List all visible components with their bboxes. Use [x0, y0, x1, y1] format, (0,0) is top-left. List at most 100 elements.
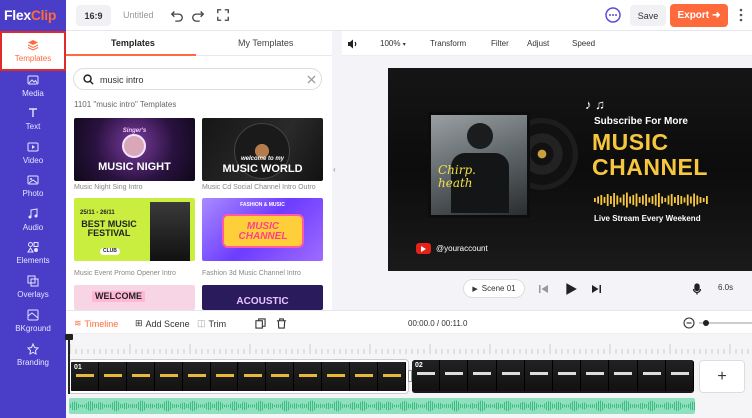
waveform-bar — [660, 404, 661, 408]
fullscreen-icon[interactable] — [216, 8, 230, 22]
timeline-zoom-slider[interactable] — [683, 317, 752, 329]
sidebar-item-video[interactable]: Video — [0, 136, 66, 169]
live-stream-text[interactable]: Live Stream Every Weekend — [594, 214, 701, 223]
skip-back-icon[interactable] — [538, 283, 550, 295]
zoom-out-icon[interactable] — [683, 317, 695, 329]
sidebar-item-text[interactable]: Text — [0, 102, 66, 135]
equalizer-bar — [603, 197, 606, 203]
waveform-bar — [420, 404, 421, 408]
waveform-bar — [402, 401, 403, 411]
sidebar-item-media[interactable]: Media — [0, 69, 66, 102]
template-thumbnail[interactable]: ACOUSTIC — [202, 285, 323, 310]
waveform-bar — [680, 402, 681, 410]
export-button[interactable]: Export ➜ — [670, 4, 728, 27]
sidebar-item-photo[interactable]: Photo — [0, 169, 66, 202]
speed-button[interactable]: Speed — [572, 39, 595, 48]
transform-button[interactable]: Transform — [430, 39, 466, 48]
skip-forward-icon[interactable] — [590, 283, 602, 295]
scene-duration[interactable]: 6.0s — [718, 283, 733, 292]
zoom-select[interactable]: 100% ▾ — [380, 39, 406, 48]
waveform-bar — [144, 401, 145, 411]
waveform-bar — [254, 404, 255, 408]
clear-search-icon[interactable] — [307, 75, 316, 84]
microphone-icon[interactable] — [691, 283, 703, 295]
template-thumbnail[interactable]: FASHION & MUSIC MUSIC CHANNEL — [202, 198, 323, 261]
scene-clip-2[interactable]: 02 — [412, 360, 694, 393]
template-thumbnail[interactable]: 25/11 - 26/11 BEST MUSIC FESTIVAL CLUB — [74, 198, 195, 261]
clip-number: 02 — [415, 362, 423, 369]
tab-my-templates[interactable]: My Templates — [238, 38, 293, 48]
scene-clip-1[interactable]: 01 — [69, 360, 408, 393]
sidebar-item-label: Branding — [16, 357, 50, 367]
waveform-bar — [110, 404, 111, 408]
sidebar-item-templates[interactable]: Templates — [0, 31, 66, 71]
clip-frame — [98, 362, 127, 391]
sidebar-item-audio[interactable]: Audio — [0, 203, 66, 236]
waveform-bar — [430, 400, 431, 412]
waveform-bar — [286, 400, 287, 412]
scene-play-button[interactable]: ▶ Scene 01 — [463, 279, 525, 298]
template-thumbnail[interactable]: Singer's MUSIC NIGHT — [74, 118, 195, 181]
waveform-bar — [96, 404, 97, 408]
sidebar-item-elements[interactable]: Elements — [0, 236, 66, 269]
add-scene-button[interactable]: ⊞ Add Scene — [135, 318, 190, 329]
search-input[interactable] — [100, 72, 300, 87]
video-canvas[interactable]: Chirp. heath ♪ ♫ Subscribe For More MUSIC… — [388, 68, 752, 271]
waveform-bar — [468, 404, 469, 408]
undo-icon[interactable] — [170, 8, 184, 22]
waveform-bar — [336, 400, 337, 412]
save-button[interactable]: Save — [630, 5, 666, 26]
adjust-button[interactable]: Adjust — [527, 39, 549, 48]
waveform-bar — [272, 403, 273, 409]
trim-button[interactable]: ◫ Trim — [197, 318, 226, 329]
template-thumbnail[interactable]: welcome to my MUSIC WORLD — [202, 118, 323, 181]
time-ruler — [69, 344, 749, 354]
scene-label: Scene 01 — [481, 284, 516, 293]
waveform-bar — [690, 402, 691, 410]
delete-icon[interactable] — [276, 318, 287, 329]
waveform-bar — [658, 404, 659, 408]
waveform-bar — [70, 403, 71, 409]
add-clip-button[interactable]: + — [699, 360, 745, 393]
subscribe-text[interactable]: Subscribe For More — [594, 116, 688, 127]
playhead[interactable] — [65, 334, 73, 394]
waveform-bar — [392, 403, 393, 409]
waveform-bar — [76, 402, 77, 410]
audio-track[interactable] — [69, 398, 695, 414]
clip-frame — [266, 362, 295, 391]
channel-title[interactable]: MUSIC CHANNEL — [592, 130, 708, 180]
volume-icon[interactable] — [347, 38, 359, 50]
chat-icon[interactable] — [605, 7, 621, 23]
play-icon[interactable] — [564, 282, 578, 296]
tab-templates[interactable]: Templates — [111, 38, 155, 48]
waveform-bar — [490, 404, 491, 408]
sidebar-item-branding[interactable]: Branding — [0, 338, 66, 371]
sidebar-item-overlays[interactable]: Overlays — [0, 270, 66, 303]
youtube-handle[interactable]: @youraccount — [416, 243, 488, 254]
filter-button[interactable]: Filter — [491, 39, 509, 48]
more-vertical-icon[interactable] — [735, 8, 747, 22]
preview-stage: Chirp. heath ♪ ♫ Subscribe For More MUSIC… — [342, 56, 752, 310]
waveform-bar — [142, 400, 143, 412]
waveform-bar — [668, 402, 669, 410]
timeline-toggle[interactable]: ≋ Timeline — [74, 318, 118, 329]
waveform-bar — [504, 402, 505, 410]
document-title[interactable]: Untitled — [123, 10, 154, 20]
zoom-thumb[interactable] — [703, 320, 709, 326]
waveform-bar — [518, 404, 519, 408]
waveform-bar — [354, 402, 355, 410]
app-logo[interactable]: FlexClip — [4, 7, 56, 23]
trim-label: Trim — [208, 318, 227, 329]
waveform-bar — [608, 403, 609, 409]
sidebar-item-bkground[interactable]: BKground — [0, 304, 66, 337]
timeline-time: 00:00.0 / 00:11.0 — [408, 319, 468, 328]
equalizer-bar — [667, 195, 670, 205]
waveform-bar — [400, 403, 401, 409]
aspect-ratio-button[interactable]: 16:9 — [76, 5, 111, 26]
duplicate-icon[interactable] — [255, 318, 266, 329]
panel-collapse-handle[interactable]: ‹ — [332, 31, 342, 310]
redo-icon[interactable] — [191, 8, 205, 22]
template-thumbnail[interactable]: WELCOME — [74, 285, 195, 310]
waveform-bar — [428, 401, 429, 411]
waveform-bar — [124, 402, 125, 410]
